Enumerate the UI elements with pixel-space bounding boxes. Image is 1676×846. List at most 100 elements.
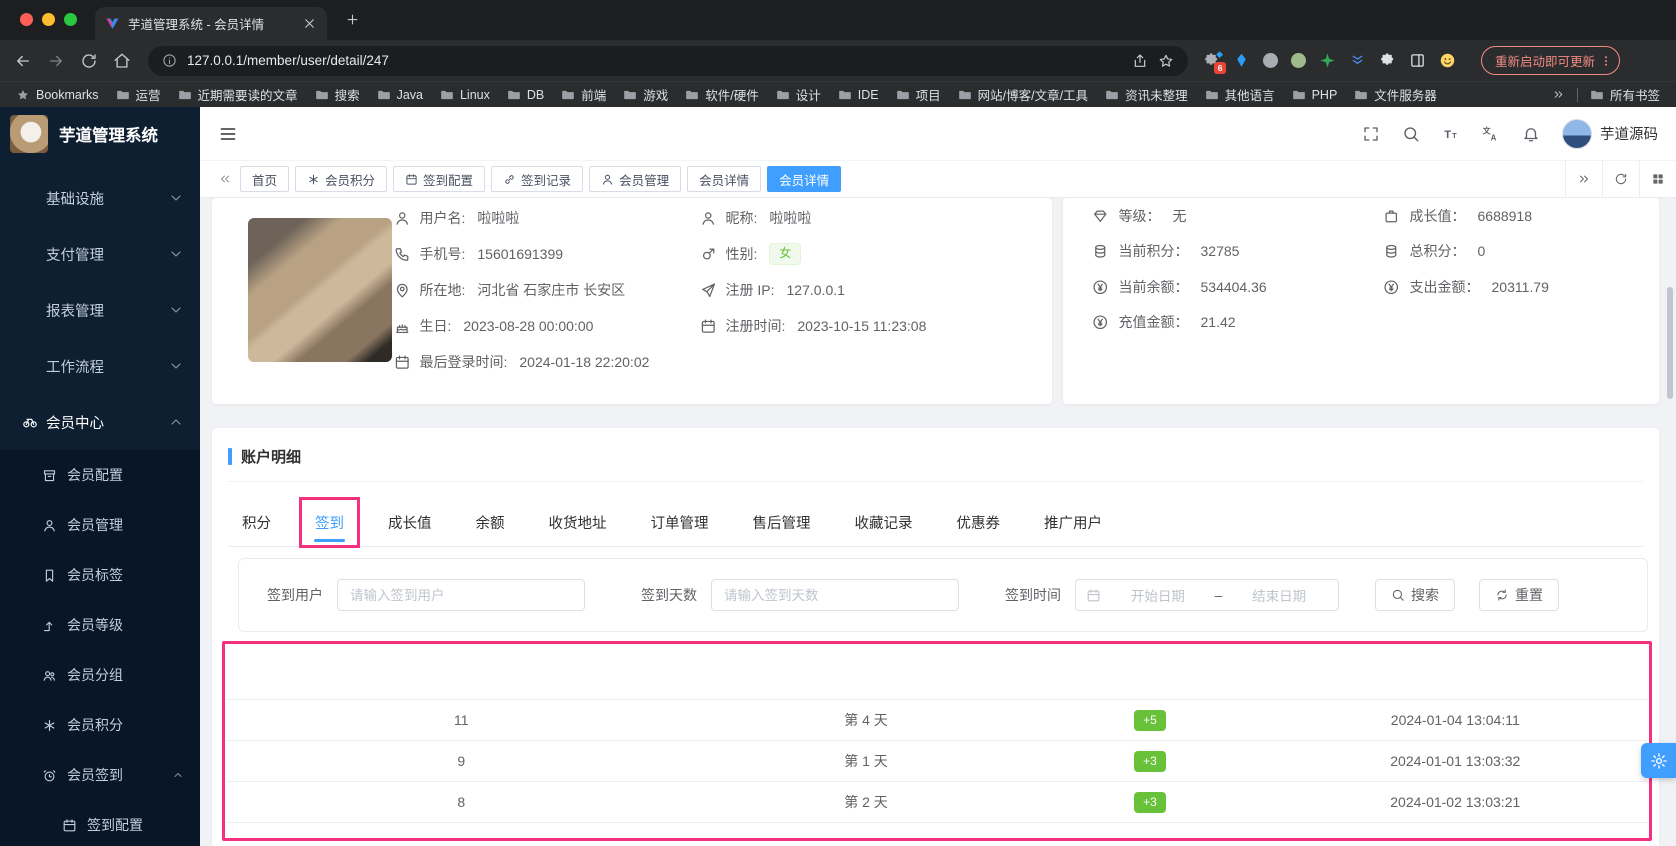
detail-tab[interactable]: 优惠券 bbox=[943, 499, 1015, 546]
bookmark-star-icon[interactable] bbox=[1158, 53, 1174, 69]
signin-days-input[interactable] bbox=[711, 579, 959, 611]
bookmark-folder[interactable]: DB bbox=[507, 88, 544, 102]
url-text[interactable]: 127.0.0.1/member/user/detail/247 bbox=[187, 53, 1122, 68]
sidebar-group[interactable]: 工作流程 bbox=[0, 338, 200, 394]
pinned-extension-icon[interactable]: ◆ 6 bbox=[1203, 49, 1226, 74]
sidebar-item[interactable]: 会员管理 bbox=[0, 500, 200, 550]
sidepanel-icon[interactable] bbox=[1409, 52, 1426, 69]
bookmark-folder[interactable]: 网站/博客/文章/工具 bbox=[958, 85, 1088, 104]
reload-icon[interactable] bbox=[80, 52, 98, 70]
share-icon[interactable] bbox=[1132, 53, 1148, 69]
zoom-window-button[interactable] bbox=[64, 13, 77, 26]
font-size-icon[interactable]: TT bbox=[1442, 125, 1460, 143]
signin-user-input[interactable] bbox=[337, 579, 585, 611]
detail-tab[interactable]: 签到 bbox=[299, 497, 360, 548]
bookmark-folder[interactable]: Linux bbox=[440, 88, 490, 102]
detail-tab[interactable]: 推广用户 bbox=[1030, 499, 1116, 546]
bookmark-folder[interactable]: 软件/硬件 bbox=[685, 85, 759, 104]
detail-tab[interactable]: 收货地址 bbox=[535, 499, 621, 546]
minimize-window-button[interactable] bbox=[42, 13, 55, 26]
detail-tab[interactable]: 成长值 bbox=[374, 499, 446, 546]
sidebar-group[interactable]: 支付管理 bbox=[0, 226, 200, 282]
collapse-sidebar-icon[interactable] bbox=[218, 124, 238, 144]
start-date-placeholder[interactable]: 开始日期 bbox=[1109, 585, 1207, 605]
detail-tab[interactable]: 收藏记录 bbox=[841, 499, 927, 546]
page-tab[interactable]: 会员详情 bbox=[767, 166, 842, 192]
sidebar-group[interactable]: 报表管理 bbox=[0, 282, 200, 338]
notification-bell-icon[interactable] bbox=[1522, 125, 1540, 143]
bookmarks-overflow-icon[interactable] bbox=[1552, 88, 1565, 101]
bookmark-folder[interactable]: 项目 bbox=[896, 85, 941, 104]
bookmark-folder[interactable]: 前端 bbox=[561, 85, 606, 104]
extension-green-icon[interactable] bbox=[1291, 53, 1306, 68]
bookmark-folder[interactable]: 运营 bbox=[116, 85, 161, 104]
page-tab[interactable]: 签到配置 bbox=[393, 166, 486, 192]
page-tab[interactable]: 会员详情 bbox=[687, 166, 762, 192]
bookmark-folder[interactable]: 近期需要读的文章 bbox=[178, 85, 298, 104]
date-range-picker[interactable]: 开始日期 – 结束日期 bbox=[1075, 579, 1339, 611]
language-icon[interactable]: 文A bbox=[1482, 125, 1500, 143]
bookmark-folder-label: Java bbox=[396, 87, 423, 102]
bookmark-folder[interactable]: 其他语言 bbox=[1205, 85, 1275, 104]
browser-menu-icon[interactable] bbox=[1599, 54, 1613, 68]
sidebar-item[interactable]: 会员签到 bbox=[0, 750, 200, 800]
bookmarks-root[interactable]: Bookmarks bbox=[16, 88, 99, 102]
window-controls[interactable] bbox=[20, 13, 77, 26]
extension-chevrons-icon[interactable] bbox=[1349, 52, 1366, 69]
search-icon[interactable] bbox=[1402, 125, 1420, 143]
detail-tab[interactable]: 积分 bbox=[228, 499, 285, 546]
folder-icon bbox=[561, 88, 575, 102]
sidebar-item[interactable]: 会员等级 bbox=[0, 600, 200, 650]
bookmark-folder[interactable]: IDE bbox=[838, 88, 879, 102]
bookmark-folder[interactable]: 搜索 bbox=[315, 85, 360, 104]
scroll-tabs-left-icon[interactable] bbox=[218, 172, 232, 186]
user-menu[interactable]: 芋道源码 bbox=[1562, 118, 1658, 149]
sidebar-item[interactable]: 会员积分 bbox=[0, 700, 200, 750]
end-date-placeholder[interactable]: 结束日期 bbox=[1230, 585, 1328, 605]
new-tab-button[interactable] bbox=[345, 12, 360, 27]
settings-fab[interactable] bbox=[1641, 743, 1676, 778]
extension-gray-icon[interactable] bbox=[1263, 53, 1278, 68]
bookmark-folder[interactable]: 设计 bbox=[776, 85, 821, 104]
search-button[interactable]: 搜索 bbox=[1375, 579, 1455, 611]
site-info-icon[interactable] bbox=[162, 53, 177, 68]
reset-button[interactable]: 重置 bbox=[1479, 579, 1559, 611]
profile-smiley-icon[interactable] bbox=[1439, 52, 1456, 69]
page-tab[interactable]: 首页 bbox=[240, 166, 290, 192]
scrollbar-thumb[interactable] bbox=[1667, 287, 1673, 399]
bookmark-folder[interactable]: 资讯未整理 bbox=[1105, 85, 1188, 104]
close-window-button[interactable] bbox=[20, 13, 33, 26]
close-tab-icon[interactable] bbox=[302, 16, 317, 31]
bookmark-folder[interactable]: 游戏 bbox=[623, 85, 668, 104]
extension-puzzle-icon[interactable] bbox=[1379, 52, 1396, 69]
browser-tab[interactable]: 芋道管理系统 - 会员详情 bbox=[95, 7, 327, 40]
refresh-page-button[interactable] bbox=[1602, 161, 1639, 197]
home-icon[interactable] bbox=[113, 52, 131, 70]
bookmark-folder[interactable]: 文件服务器 bbox=[1354, 85, 1437, 104]
forward-icon[interactable] bbox=[47, 52, 65, 70]
sidebar-group[interactable]: 基础设施 bbox=[0, 170, 200, 226]
extension-kite-icon[interactable] bbox=[1233, 52, 1250, 69]
scroll-tabs-right-button[interactable] bbox=[1565, 161, 1602, 197]
detail-tab[interactable]: 售后管理 bbox=[739, 499, 825, 546]
tab-options-button[interactable] bbox=[1639, 161, 1676, 197]
fullscreen-icon[interactable] bbox=[1362, 125, 1380, 143]
sidebar-item[interactable]: 会员标签 bbox=[0, 550, 200, 600]
back-icon[interactable] bbox=[14, 52, 32, 70]
detail-tab[interactable]: 订单管理 bbox=[637, 499, 723, 546]
sidebar-item-signin-config[interactable]: 签到配置 bbox=[0, 800, 200, 846]
all-bookmarks-folder[interactable]: 所有书签 bbox=[1590, 85, 1660, 104]
detail-tab[interactable]: 余额 bbox=[462, 499, 519, 546]
bookmark-folder[interactable]: Java bbox=[377, 88, 423, 102]
sidebar-logo[interactable]: 芋道管理系统 bbox=[0, 107, 200, 160]
page-tab[interactable]: 会员积分 bbox=[295, 166, 388, 192]
bookmark-folder[interactable]: PHP bbox=[1292, 88, 1337, 102]
page-tab[interactable]: 签到记录 bbox=[491, 166, 584, 192]
browser-update-button[interactable]: 重新启动即可更新 bbox=[1481, 46, 1621, 75]
address-bar[interactable]: 127.0.0.1/member/user/detail/247 bbox=[148, 45, 1188, 76]
page-tab[interactable]: 会员管理 bbox=[589, 166, 682, 192]
sidebar-group[interactable]: 会员中心 bbox=[0, 394, 200, 450]
sidebar-item[interactable]: 会员分组 bbox=[0, 650, 200, 700]
extension-star-icon[interactable] bbox=[1319, 52, 1336, 69]
sidebar-item[interactable]: 会员配置 bbox=[0, 450, 200, 500]
